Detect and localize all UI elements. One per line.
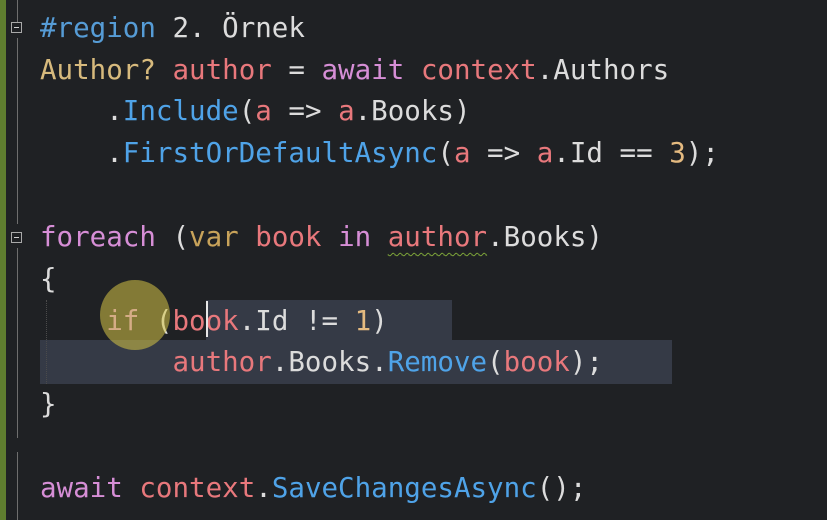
outline-line	[17, 248, 18, 438]
code-token: await	[321, 54, 405, 86]
code-token: #region	[40, 12, 156, 44]
code-token: book	[503, 346, 570, 378]
outline-line	[17, 452, 18, 520]
code-line-foreach-line[interactable]: foreach (var book in author.Books)	[40, 216, 603, 258]
code-token: author	[172, 54, 272, 86]
mouse-cursor-highlight	[100, 280, 170, 350]
code-token: (	[437, 137, 454, 169]
code-token: a	[255, 95, 272, 127]
code-token: .Authors	[536, 54, 670, 86]
outline-line	[17, 0, 18, 22]
code-token: =	[271, 54, 322, 86]
code-line-close-brace[interactable]: }	[40, 383, 57, 425]
code-line-region-start[interactable]: #region 2. Örnek	[40, 7, 305, 49]
fold-foreach-icon[interactable]	[11, 232, 22, 243]
code-token: ();	[536, 472, 587, 504]
code-token: a	[338, 95, 355, 127]
code-token: .Id ==	[553, 137, 670, 169]
outline-line	[17, 38, 18, 224]
code-token: (	[487, 346, 504, 378]
code-token: (	[155, 221, 190, 253]
code-token: }	[40, 388, 57, 420]
code-editor[interactable]: #region 2. Örnek Author? author = await c…	[0, 0, 827, 520]
code-token: );	[685, 137, 719, 169]
code-token: {	[40, 263, 57, 295]
code-token: 3	[669, 137, 686, 169]
code-token: 2. Örnek	[155, 12, 305, 44]
code-token: .Books)	[354, 95, 471, 127]
code-token: (	[238, 95, 256, 127]
code-line-save-line[interactable]: await context.SaveChangesAsync();	[40, 467, 586, 509]
code-token: FirstOrDefaultAsync	[122, 137, 438, 169]
code-line-if-line[interactable]: if (book.Id != 1)	[40, 300, 388, 342]
code-token: 1	[354, 305, 372, 337]
code-token: author	[387, 221, 488, 253]
code-token: book	[255, 221, 322, 253]
code-token: =>	[271, 95, 339, 127]
code-token: var	[189, 221, 239, 253]
code-line-include-call[interactable]: .Include(a => a.Books)	[40, 90, 471, 132]
code-token: Author?	[40, 54, 156, 86]
text-caret	[206, 301, 208, 337]
code-token: author	[172, 346, 272, 378]
code-token: .Books)	[487, 221, 603, 253]
code-token: Include	[122, 95, 239, 127]
code-token: Remove	[387, 346, 488, 378]
code-token: a	[453, 137, 471, 169]
code-line-author-decl[interactable]: Author? author = await context.Authors	[40, 49, 669, 91]
code-token: );	[569, 346, 603, 378]
code-token: .Books.	[271, 346, 388, 378]
code-line-open-brace[interactable]: {	[40, 258, 57, 300]
code-token: .	[40, 137, 123, 169]
code-line-first-call[interactable]: .FirstOrDefaultAsync(a => a.Id == 3);	[40, 132, 719, 174]
change-indicator-bar	[0, 0, 6, 520]
code-token: .	[40, 95, 123, 127]
code-token: =>	[470, 137, 537, 169]
code-token: .Id !=	[238, 305, 355, 337]
code-token: context	[139, 472, 256, 504]
code-token: foreach	[40, 221, 156, 253]
code-token: )	[371, 305, 388, 337]
code-token: a	[536, 137, 554, 169]
code-token: context	[420, 54, 537, 86]
code-token: .	[255, 472, 272, 504]
code-token: SaveChangesAsync	[271, 472, 537, 504]
code-token: in	[338, 221, 372, 253]
code-token: await	[40, 472, 123, 504]
fold-region-icon[interactable]	[11, 22, 22, 33]
